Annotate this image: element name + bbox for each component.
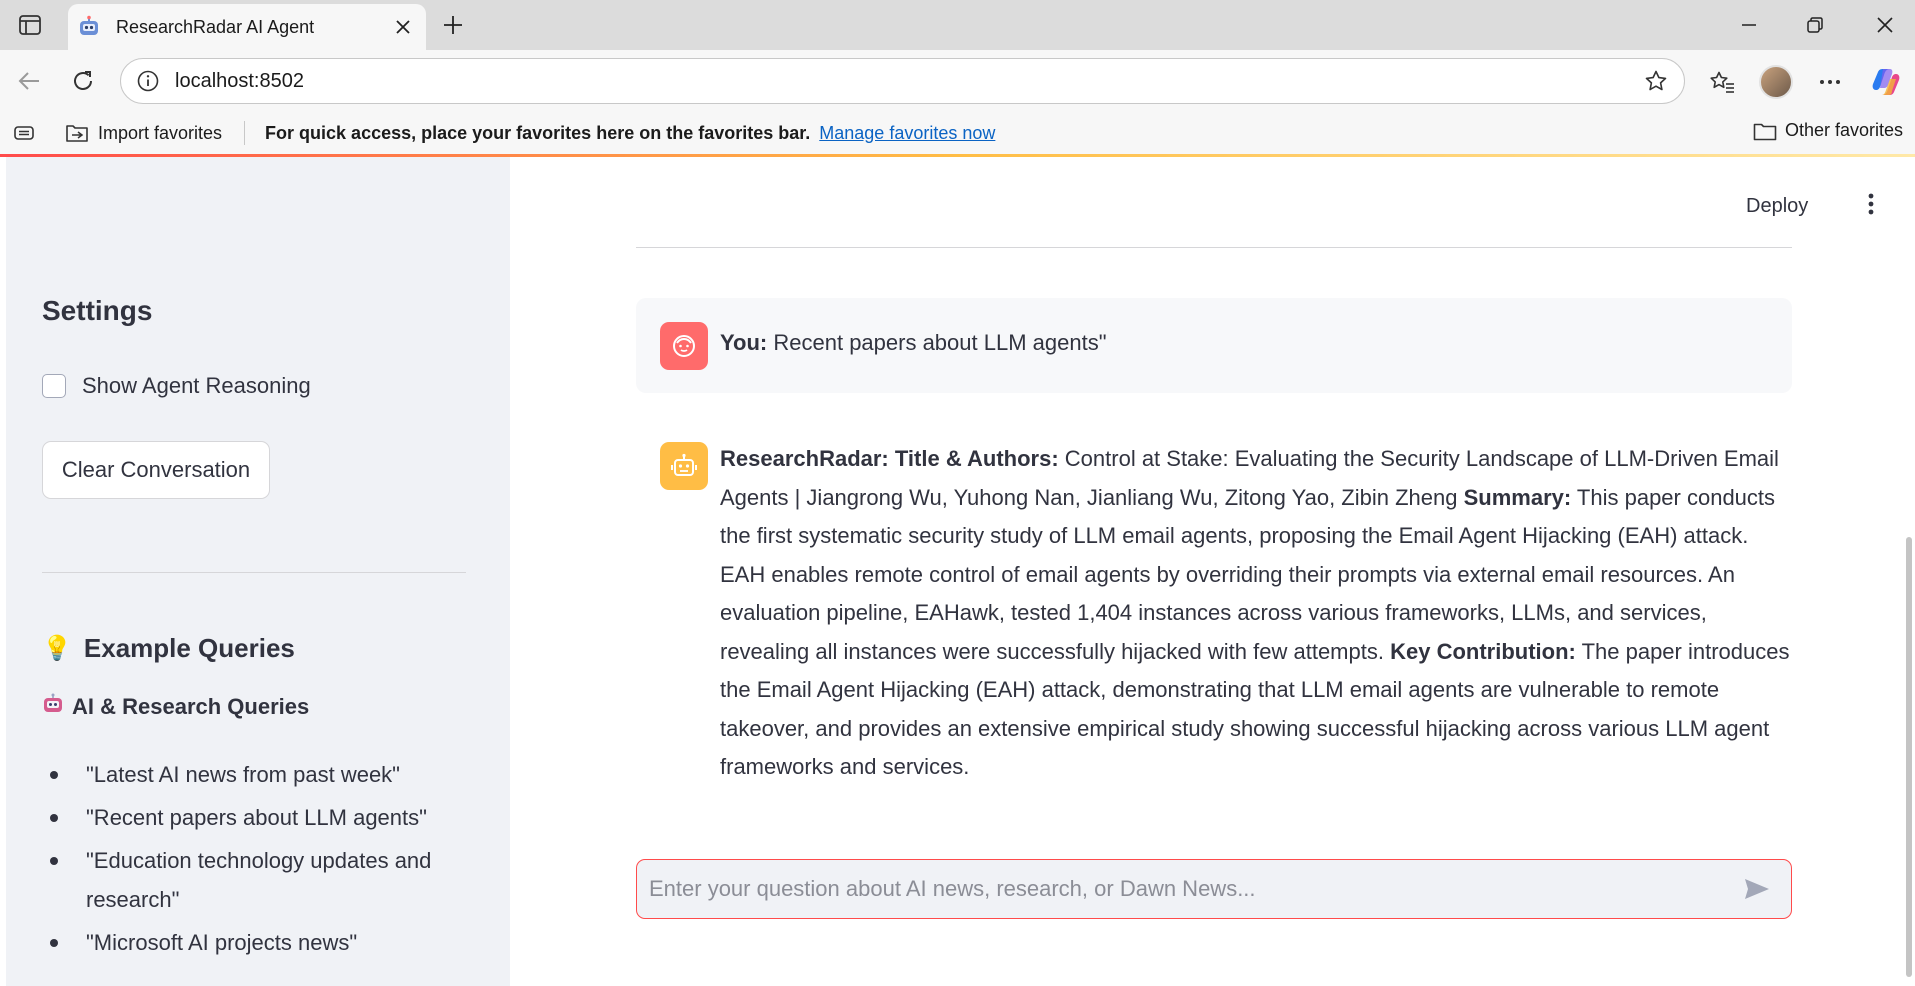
- main-content: Deploy You: Recent papers about LLM agen…: [510, 157, 1915, 986]
- other-favorites-label: Other favorites: [1784, 120, 1903, 140]
- reading-view-icon[interactable]: [14, 124, 38, 142]
- robot-favicon-icon: [76, 14, 102, 40]
- profile-avatar[interactable]: [1756, 62, 1796, 102]
- main-scrollbar[interactable]: [1906, 537, 1912, 977]
- deploy-button[interactable]: Deploy: [1746, 195, 1808, 218]
- manage-favorites-link[interactable]: Manage favorites now: [819, 123, 995, 144]
- browser-tab-bar: ResearchRadar AI Agent: [0, 0, 1915, 50]
- favorite-star-icon[interactable]: [1634, 59, 1678, 103]
- app-container: Settings Show Agent Reasoning Clear Conv…: [6, 157, 1915, 986]
- copilot-icon[interactable]: [1866, 62, 1906, 102]
- refresh-icon[interactable]: [64, 62, 102, 100]
- user-speaker-label: You:: [720, 330, 768, 355]
- lightbulb-icon: 💡: [42, 635, 72, 662]
- close-tab-icon[interactable]: [386, 10, 420, 44]
- summary-label: Summary:: [1463, 484, 1572, 510]
- favorites-list-icon[interactable]: [1702, 62, 1742, 102]
- show-reasoning-label: Show Agent Reasoning: [82, 373, 311, 398]
- import-favorites-icon: [64, 122, 90, 144]
- content-divider: [636, 247, 1792, 248]
- address-bar[interactable]: localhost:8502: [120, 58, 1685, 104]
- summary-text: This paper conducts the first systematic…: [720, 484, 1776, 664]
- example-queries-list: "Latest AI news from past week" "Recent …: [42, 755, 482, 966]
- assistant-chat-message: ResearchRadar: Title & Authors: Control …: [720, 440, 1790, 787]
- browser-toolbar: localhost:8502: [0, 50, 1915, 112]
- restore-icon[interactable]: [1792, 6, 1838, 44]
- list-item: "Microsoft AI projects news": [42, 923, 482, 962]
- avatar: [1759, 65, 1793, 99]
- other-favorites-button[interactable]: Other favorites: [1753, 120, 1903, 141]
- title-authors-label: Title & Authors:: [894, 446, 1059, 471]
- browser-tab-active[interactable]: ResearchRadar AI Agent: [68, 4, 426, 50]
- tab-title: ResearchRadar AI Agent: [116, 16, 315, 37]
- chat-input[interactable]: [649, 876, 1733, 902]
- assistant-speaker-label: ResearchRadar:: [720, 446, 889, 471]
- chat-input-container: [636, 859, 1792, 919]
- example-queries-heading: 💡 Example Queries: [42, 633, 295, 664]
- minimize-icon[interactable]: [1726, 6, 1772, 44]
- main-menu-icon[interactable]: [1854, 187, 1888, 221]
- favorites-divider: [244, 121, 246, 145]
- sidebar: Settings Show Agent Reasoning Clear Conv…: [6, 157, 510, 986]
- send-icon[interactable]: [1733, 865, 1781, 913]
- more-options-icon[interactable]: [1810, 62, 1850, 102]
- ai-research-title: AI & Research Queries: [72, 694, 310, 719]
- clear-conversation-button[interactable]: Clear Conversation: [42, 441, 270, 499]
- show-reasoning-checkbox-row[interactable]: Show Agent Reasoning: [42, 373, 311, 399]
- close-window-icon[interactable]: [1862, 6, 1908, 44]
- url-text: localhost:8502: [175, 69, 304, 92]
- folder-icon: [1753, 121, 1777, 141]
- user-avatar-icon: [660, 322, 708, 370]
- tab-actions-icon[interactable]: [14, 10, 46, 40]
- bot-avatar-icon: [660, 442, 708, 490]
- show-reasoning-checkbox[interactable]: [42, 374, 66, 398]
- favorites-bar: Import favorites For quick access, place…: [0, 112, 1915, 154]
- list-item: "Latest AI news from past week": [42, 755, 482, 794]
- list-item: "Recent papers about LLM agents": [42, 798, 482, 837]
- sidebar-divider: [42, 572, 466, 573]
- favorites-prompt-text: For quick access, place your favorites h…: [265, 122, 811, 143]
- back-icon[interactable]: [10, 62, 48, 100]
- key-contribution-label: Key Contribution:: [1390, 638, 1576, 664]
- user-message-body: Recent papers about LLM agents": [773, 330, 1107, 355]
- robot-icon: [42, 693, 64, 721]
- list-item: "Education technology updates and resear…: [42, 841, 482, 919]
- user-message-text: You: Recent papers about LLM agents": [720, 324, 1107, 363]
- import-favorites-label: Import favorites: [98, 122, 223, 143]
- site-info-icon[interactable]: [125, 59, 171, 103]
- new-tab-icon[interactable]: [436, 8, 470, 42]
- settings-heading: Settings: [42, 295, 153, 326]
- example-queries-title: Example Queries: [83, 633, 295, 663]
- ai-research-subheading: AI & Research Queries: [42, 693, 309, 721]
- user-chat-message: You: Recent papers about LLM agents": [636, 298, 1792, 393]
- import-favorites-button[interactable]: Import favorites: [64, 122, 222, 144]
